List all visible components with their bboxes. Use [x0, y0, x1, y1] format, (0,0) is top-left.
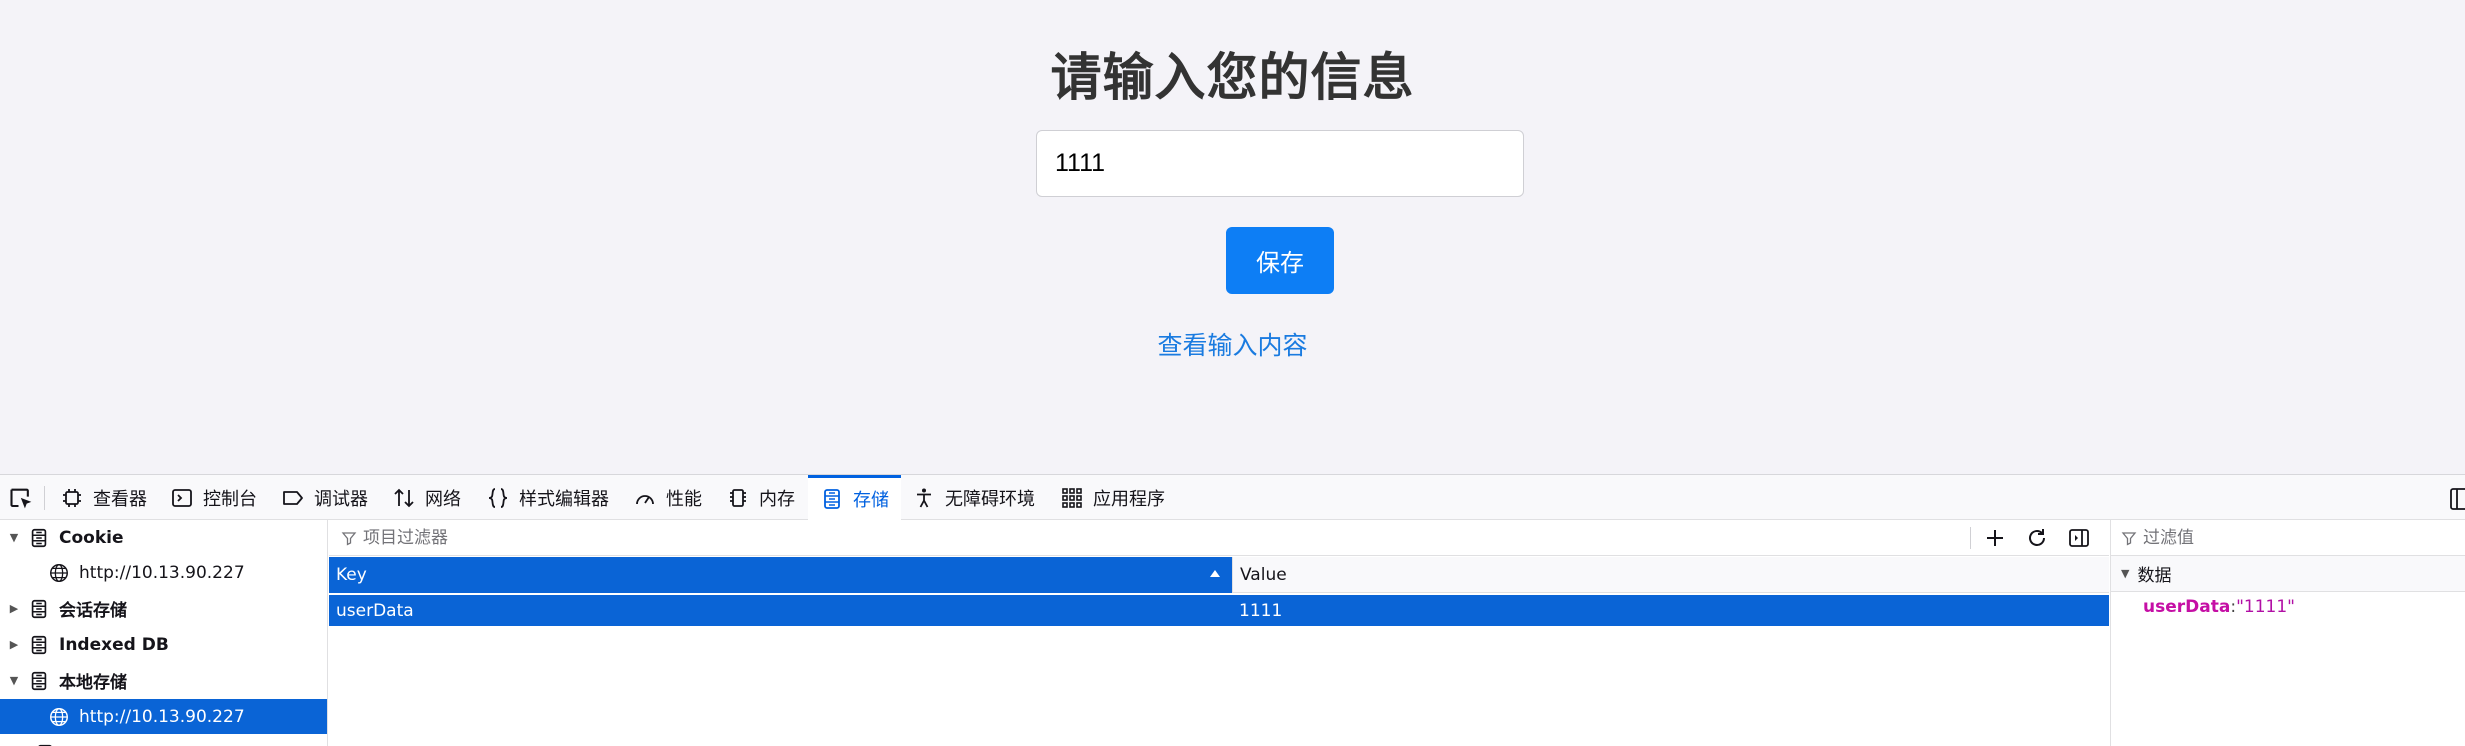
view-link-row: 查看输入内容 [0, 326, 2465, 362]
value-filter-bar [2111, 520, 2465, 556]
debugger-icon [283, 490, 303, 505]
tab-inspector[interactable]: 查看器 [60, 475, 147, 520]
globe-icon [50, 707, 68, 726]
section-label: 数据 [2137, 566, 2172, 586]
refresh-icon[interactable] [2025, 526, 2049, 550]
tree-item-indexed-db[interactable]: ▶ Indexed DB [0, 627, 327, 662]
tab-storage[interactable]: 存储 [808, 475, 901, 520]
accessibility-icon [917, 488, 931, 507]
storage-icon [37, 744, 53, 746]
cell-value[interactable]: 1111 [1232, 595, 2109, 626]
tree-label: http://10.13.90.227 [79, 706, 245, 727]
filter-icon [341, 531, 357, 546]
inspector-icon [63, 488, 81, 507]
column-header-value[interactable]: Value [1232, 557, 2109, 593]
tab-label: 应用程序 [1093, 488, 1165, 510]
info-input[interactable] [1036, 130, 1524, 197]
add-item-icon[interactable] [1983, 526, 2007, 550]
item-filter-bar [329, 520, 2109, 556]
tree-label: Cookie [59, 527, 124, 548]
memory-icon [730, 488, 746, 507]
item-filter-input[interactable] [363, 527, 1763, 548]
tree-item-cookie[interactable]: ▼ Cookie [0, 520, 327, 555]
console-icon [172, 488, 192, 507]
application-icon [1062, 487, 1082, 508]
table-actions [1970, 520, 2109, 556]
storage-tree: ▼ Cookie http://10.13.90.227 ▶ 会话存储 ▶ In… [0, 520, 328, 746]
expand-caret-icon[interactable]: ▼ [6, 673, 22, 689]
storage-icon [31, 671, 47, 690]
actions-separator [1970, 527, 1971, 549]
style-editor-icon [488, 487, 508, 508]
save-button[interactable]: 保存 [1226, 227, 1334, 294]
tab-label: 无障碍环境 [945, 488, 1035, 510]
performance-icon [636, 494, 654, 504]
dock-side-icon[interactable] [2448, 487, 2465, 511]
expand-caret-icon[interactable]: ▼ [2121, 567, 2129, 580]
web-page: 请输入您的信息 保存 查看输入内容 [0, 0, 2465, 474]
data-sidebar: ▼ 数据 userData : "1111" [2110, 520, 2465, 746]
tree-label: 本地存储 [59, 673, 127, 693]
network-icon [394, 488, 414, 507]
view-input-link[interactable]: 查看输入内容 [1157, 331, 1307, 360]
tree-label: http://10.13.90.227 [79, 562, 245, 583]
tab-label: 性能 [666, 488, 702, 510]
data-item-value: "1111" [2236, 597, 2295, 617]
storage-icon [31, 599, 47, 618]
tab-label: 存储 [853, 490, 889, 511]
data-item[interactable]: userData : "1111" [2111, 592, 2465, 622]
tab-label: 控制台 [203, 488, 257, 510]
storage-icon [31, 635, 47, 654]
tree-item-local-storage-host[interactable]: http://10.13.90.227 [0, 699, 327, 734]
cell-key[interactable]: userData [329, 595, 1232, 626]
value-filter-input[interactable] [2143, 527, 2423, 548]
tab-label: 查看器 [93, 488, 147, 510]
data-section-header[interactable]: ▼ 数据 [2111, 556, 2465, 592]
tab-accessibility[interactable]: 无障碍环境 [912, 475, 1035, 520]
column-label: Key [336, 565, 367, 585]
tab-console[interactable]: 控制台 [170, 475, 257, 520]
toolbar-separator [44, 486, 45, 510]
tab-debugger[interactable]: 调试器 [281, 475, 368, 520]
tab-label: 内存 [759, 488, 795, 510]
tab-application[interactable]: 应用程序 [1060, 475, 1165, 520]
column-header-key[interactable]: Key [329, 557, 1232, 593]
tree-label: 会话存储 [59, 601, 127, 621]
storage-icon [31, 528, 47, 547]
devtools-panel: 查看器 控制台 调试器 网络 样式编辑器 性能 内存 存储 无障碍环境 应用程序… [0, 474, 2465, 746]
devtools-toolbar: 查看器 控制台 调试器 网络 样式编辑器 性能 内存 存储 无障碍环境 应用程序 [0, 475, 2465, 520]
globe-icon [50, 563, 68, 582]
table-row[interactable]: userData 1111 [329, 595, 2109, 626]
expand-caret-icon[interactable]: ▼ [6, 530, 22, 546]
storage-table-area: Key Value userData 1111 [329, 520, 2109, 746]
tab-memory[interactable]: 内存 [726, 475, 795, 520]
tree-item-cookie-host[interactable]: http://10.13.90.227 [0, 555, 327, 590]
data-item-key: userData [2143, 597, 2231, 617]
collapse-caret-icon[interactable]: ▶ [6, 637, 22, 653]
column-label: Value [1240, 564, 1287, 585]
tab-performance[interactable]: 性能 [633, 475, 702, 520]
tree-label: Indexed DB [59, 634, 169, 655]
sort-ascending-icon [1210, 570, 1220, 577]
filter-icon [2121, 531, 2137, 546]
tab-label: 调试器 [314, 488, 368, 510]
tab-network[interactable]: 网络 [392, 475, 461, 520]
tab-label: 样式编辑器 [519, 488, 609, 510]
table-header: Key Value [329, 557, 2109, 593]
collapse-caret-icon[interactable]: ▶ [6, 601, 22, 617]
tab-style-editor[interactable]: 样式编辑器 [486, 475, 609, 520]
tree-item-partial [0, 736, 327, 746]
element-picker-icon[interactable] [8, 485, 36, 513]
toggle-sidebar-icon[interactable] [2067, 526, 2091, 550]
tree-item-local-storage[interactable]: ▼ 本地存储 [0, 663, 327, 698]
tab-label: 网络 [425, 488, 461, 510]
page-title: 请输入您的信息 [1050, 49, 1415, 108]
storage-icon [824, 489, 840, 509]
tree-item-session-storage[interactable]: ▶ 会话存储 [0, 591, 327, 626]
